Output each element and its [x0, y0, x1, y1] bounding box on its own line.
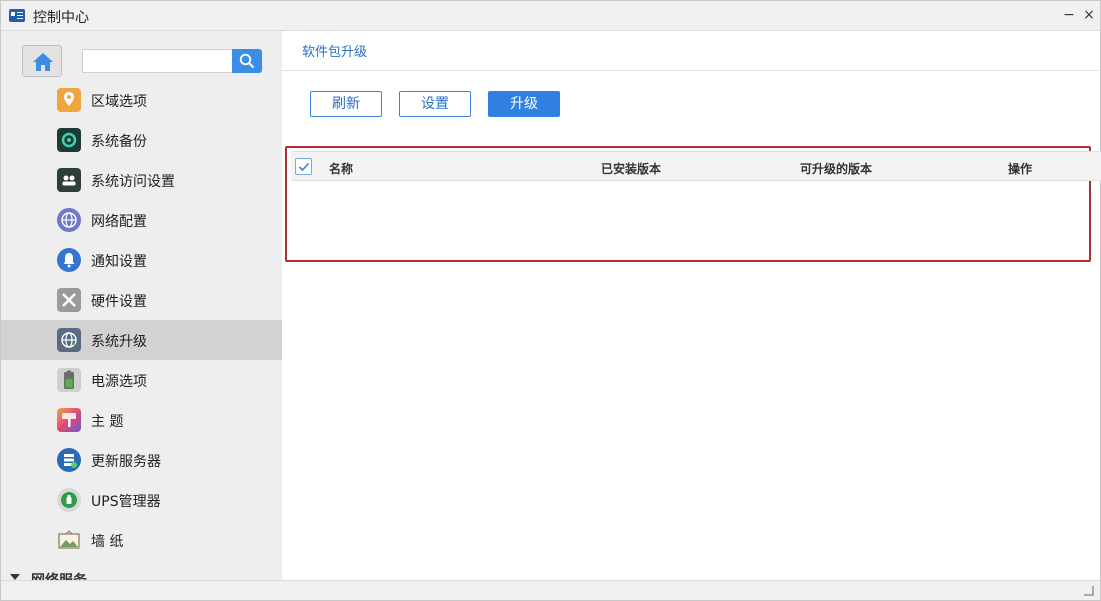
divider: [282, 70, 1100, 71]
resize-grip-icon[interactable]: [1084, 586, 1094, 596]
sidebar-item-wallpaper[interactable]: 墙 纸: [1, 520, 282, 560]
sidebar: 区域选项 系统备份 系统访问设置 网络配置 通知设置 硬件设置 系统升级 电源选…: [1, 31, 282, 580]
breadcrumb[interactable]: 软件包升级: [302, 41, 367, 60]
sidebar-item-label: 电源选项: [91, 374, 147, 390]
sidebar-item-label: 通知设置: [91, 254, 147, 270]
hardware-tools-icon: [57, 288, 81, 312]
column-header-actions[interactable]: 操作: [1008, 160, 1032, 177]
column-header-upgradable-version[interactable]: 可升级的版本: [800, 160, 872, 177]
sidebar-item-label: 系统访问设置: [91, 174, 175, 190]
status-bar: [1, 580, 1100, 600]
search-input[interactable]: [82, 49, 232, 73]
sidebar-item-notification[interactable]: 通知设置: [1, 240, 282, 280]
sidebar-item-system-upgrade[interactable]: 系统升级: [1, 320, 282, 360]
control-center-window: 控制中心 − × 区域选项 系统备份 系统访问设置 网络配置 通知设置 硬件设置…: [0, 0, 1101, 601]
minimize-button[interactable]: −: [1061, 7, 1077, 23]
table-header: 名称 已安装版本 可升级的版本 操作: [291, 151, 1101, 181]
select-all-checkbox[interactable]: [295, 158, 312, 175]
search-icon: [239, 53, 255, 69]
sidebar-item-access[interactable]: 系统访问设置: [1, 160, 282, 200]
section-header-network-services[interactable]: 网络服务: [1, 567, 282, 580]
notification-bell-icon: [57, 248, 81, 272]
system-upgrade-globe-icon: [57, 328, 81, 352]
sidebar-item-backup[interactable]: 系统备份: [1, 120, 282, 160]
home-icon: [33, 53, 53, 71]
search-button[interactable]: [232, 49, 262, 73]
network-globe-icon: [57, 208, 81, 232]
upgrade-button[interactable]: 升级: [488, 91, 560, 117]
theme-brush-icon: [57, 408, 81, 432]
sidebar-item-label: 系统备份: [91, 134, 147, 150]
power-battery-icon: [57, 368, 81, 392]
refresh-button[interactable]: 刷新: [310, 91, 382, 117]
sidebar-item-label: 主 题: [91, 414, 124, 430]
package-table: 名称 已安装版本 可升级的版本 操作: [285, 146, 1101, 262]
access-users-icon: [57, 168, 81, 192]
sidebar-item-label: 区域选项: [91, 94, 147, 110]
backup-icon: [57, 128, 81, 152]
sidebar-item-power[interactable]: 电源选项: [1, 360, 282, 400]
section-label: 网络服务: [31, 570, 87, 580]
window-title: 控制中心: [33, 10, 89, 26]
sidebar-item-hardware[interactable]: 硬件设置: [1, 280, 282, 320]
checkmark-icon: [298, 162, 310, 172]
update-server-icon: [57, 448, 81, 472]
sidebar-item-network[interactable]: 网络配置: [1, 200, 282, 240]
sidebar-item-label: 系统升级: [91, 334, 147, 350]
sidebar-item-label: UPS管理器: [91, 494, 161, 510]
title-bar: 控制中心 − ×: [1, 1, 1100, 31]
sidebar-item-label: 硬件设置: [91, 294, 147, 310]
column-header-name[interactable]: 名称: [329, 160, 353, 177]
home-button[interactable]: [22, 45, 62, 77]
sidebar-item-theme[interactable]: 主 题: [1, 400, 282, 440]
wallpaper-picture-icon: [57, 528, 81, 552]
sidebar-item-update-server[interactable]: 更新服务器: [1, 440, 282, 480]
sidebar-item-region[interactable]: 区域选项: [1, 80, 282, 120]
main-panel: 软件包升级 刷新 设置 升级 名称 已安装版本 可升级的版本 操作: [282, 31, 1101, 580]
column-header-installed-version[interactable]: 已安装版本: [601, 160, 661, 177]
settings-button[interactable]: 设置: [399, 91, 471, 117]
ups-icon: [57, 488, 81, 512]
sidebar-item-ups[interactable]: UPS管理器: [1, 480, 282, 520]
sidebar-item-label: 网络配置: [91, 214, 147, 230]
region-pin-icon: [57, 88, 81, 112]
close-button[interactable]: ×: [1081, 7, 1097, 23]
sidebar-item-label: 墙 纸: [91, 534, 124, 550]
sidebar-item-label: 更新服务器: [91, 454, 161, 470]
control-center-app-icon: [9, 9, 25, 22]
